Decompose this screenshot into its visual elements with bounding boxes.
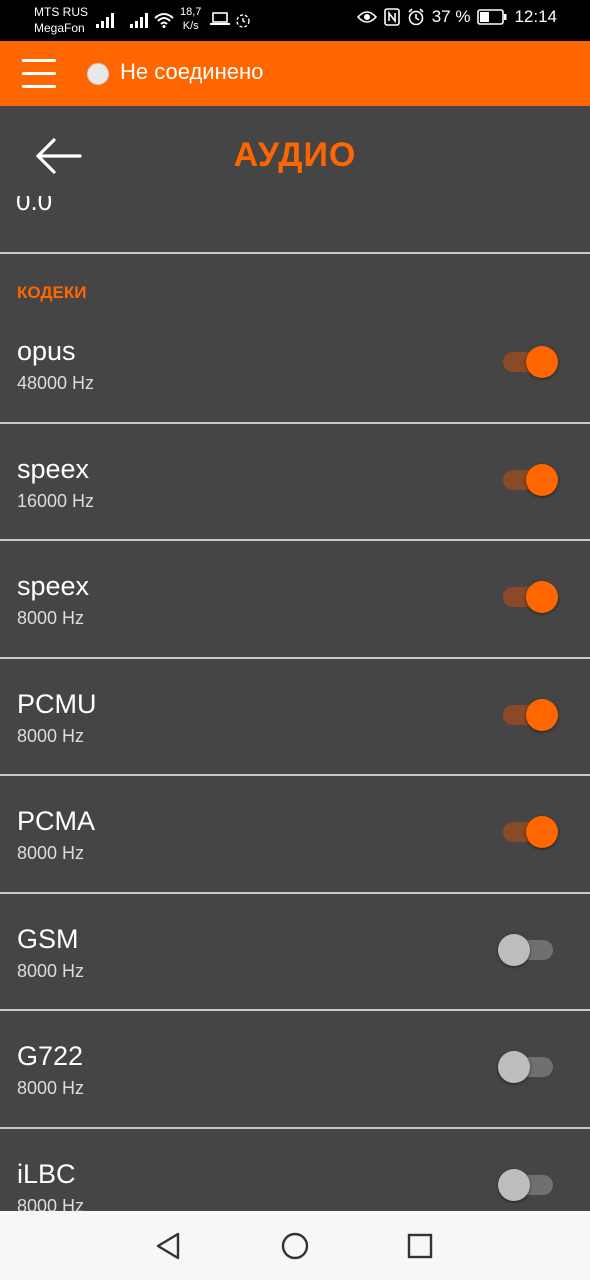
battery-icon [477, 9, 507, 25]
wifi-icon [154, 13, 174, 28]
codec-name: PCMA [17, 806, 96, 836]
codec-toggle[interactable] [500, 463, 558, 496]
codec-toggle[interactable] [498, 933, 556, 966]
system-nav-bar [0, 1211, 590, 1280]
recents-square-icon[interactable] [403, 1229, 437, 1263]
status-right: 37 % 12:14 [356, 7, 557, 27]
network-speed: 18,7 K/s [180, 5, 201, 33]
codec-rate: 16000 Hz [17, 490, 95, 511]
laptop-icon [210, 12, 230, 25]
codec-name: speex [17, 571, 90, 601]
partial-setting-row[interactable]: 0.0 [0, 196, 590, 254]
codecs-section-title: КОДЕКИ [17, 283, 87, 302]
codec-row[interactable]: opus 48000 Hz [0, 306, 590, 424]
codec-row[interactable]: speex 8000 Hz [0, 541, 590, 659]
codec-toggle[interactable] [500, 816, 558, 848]
partial-setting-value: 0.0 [16, 196, 53, 216]
codec-toggle[interactable] [498, 1051, 556, 1083]
status-bar: MTS RUS MegaFon 18,7 K/s 37 % 12:14 [0, 0, 590, 41]
codec-toggle[interactable] [500, 698, 558, 731]
codec-row[interactable]: speex 16000 Hz [0, 424, 590, 541]
codec-rate: 8000 Hz [17, 843, 85, 863]
toggle-thumb [498, 1168, 530, 1201]
timer-icon [236, 14, 250, 28]
toggle-thumb [498, 1051, 530, 1083]
codec-row[interactable]: GSM 8000 Hz [0, 894, 590, 1011]
speed-value: 18,7 [180, 6, 202, 18]
codec-row[interactable]: PCMA 8000 Hz [0, 776, 590, 894]
codec-list: opus 48000 Hz speex 16000 Hz speex 8000 … [0, 306, 590, 1246]
codec-rate: 8000 Hz [17, 608, 85, 628]
codec-row[interactable]: PCMU 8000 Hz [0, 659, 590, 776]
nfc-icon [383, 8, 400, 26]
carrier-2: MegaFon [34, 21, 85, 35]
codec-name: speex [17, 453, 90, 484]
toggle-thumb [526, 346, 558, 378]
codec-name: opus [17, 336, 76, 366]
codec-name: G722 [17, 1041, 84, 1071]
codec-name: PCMU [17, 688, 97, 719]
clock: 12:14 [514, 7, 557, 26]
codec-name: iLBC [17, 1158, 76, 1189]
home-circle-icon[interactable] [278, 1229, 312, 1263]
page-title: АУДИО [233, 136, 357, 174]
codec-rate: 8000 Hz [17, 1078, 85, 1098]
codec-toggle[interactable] [500, 346, 558, 378]
signal-icon-2 [130, 13, 148, 28]
toggle-thumb [498, 933, 530, 966]
speed-unit: K/s [182, 20, 199, 32]
toggle-thumb [526, 698, 558, 731]
signal-icon [96, 13, 114, 28]
codec-toggle[interactable] [500, 581, 558, 613]
battery-percent: 37 % [431, 7, 471, 26]
eye-icon [356, 11, 377, 23]
menu-icon-line [22, 72, 56, 75]
toggle-thumb [526, 581, 558, 613]
codec-name: GSM [17, 923, 79, 954]
menu-icon [22, 59, 56, 62]
codec-toggle[interactable] [498, 1168, 556, 1201]
toggle-thumb [526, 463, 558, 496]
codec-rate: 8000 Hz [17, 725, 85, 746]
menu-icon-line [22, 85, 56, 88]
codec-rate: 8000 Hz [17, 960, 85, 981]
connection-status: Не соединено [120, 59, 264, 84]
menu-button[interactable] [22, 57, 56, 91]
codec-row[interactable]: G722 8000 Hz [0, 1011, 590, 1129]
app-bar: Не соединено [0, 41, 590, 106]
carrier-1: MTS RUS [34, 5, 88, 19]
alarm-icon [408, 8, 424, 26]
toggle-thumb [526, 816, 558, 848]
page-header: АУДИО [0, 106, 590, 196]
back-triangle-icon[interactable] [152, 1229, 186, 1263]
codec-rate: 48000 Hz [17, 373, 95, 393]
connection-status-icon [87, 63, 109, 85]
carrier-info: MTS RUS MegaFon [34, 4, 88, 36]
